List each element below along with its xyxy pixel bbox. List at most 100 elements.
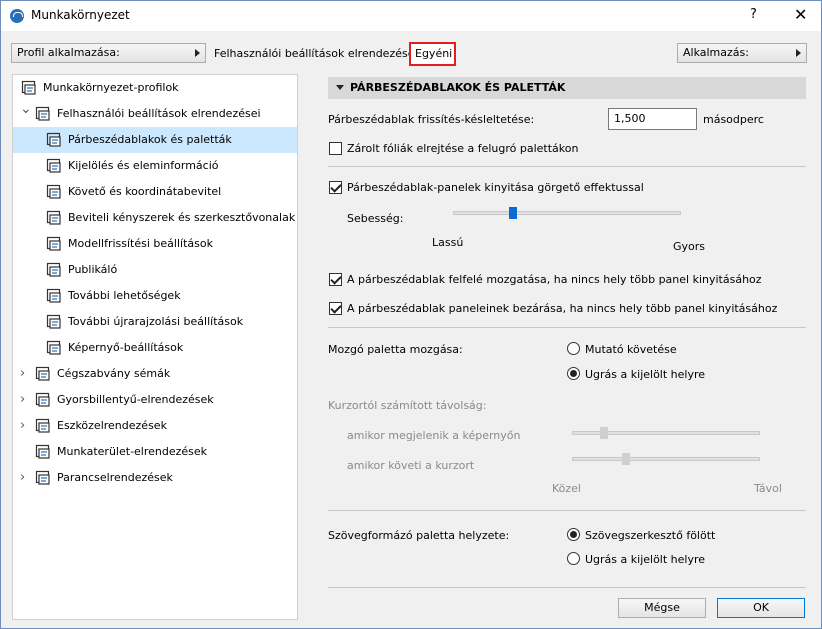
tree-item-label: Felhasználói beállítások elrendezései [57,107,261,120]
divider [328,166,806,167]
tree-item[interactable]: Párbeszédablakok és paletták [13,127,297,153]
user-settings-icon [35,106,52,122]
cursor-distance-label: Kurzortól számított távolság: [328,399,487,412]
more-options-icon [46,288,63,304]
screen-icon [46,340,63,356]
text-palette-label: Szövegformázó paletta helyzete: [328,529,510,542]
tree-item-label: További újrarajzolási beállítások [68,315,244,328]
close-panels-label: A párbeszédablak paneleinek bezárása, ha… [347,302,778,315]
jump-to-location-radio[interactable] [567,367,580,380]
speed-max-label: Gyors [673,240,706,253]
tree-item[interactable]: › Cégszabvány sémák [13,361,297,387]
text-jump-to-location-radio[interactable] [567,552,580,565]
tree-item-label: Képernyő-beállítások [68,341,184,354]
appear-distance-label: amikor megjelenik a képernyőn [347,429,521,442]
ok-button[interactable]: OK [717,598,805,618]
tree-item-label: Parancselrendezések [57,471,173,484]
apply-button[interactable]: Alkalmazás: [677,43,807,63]
refresh-delay-label: Párbeszédablak frissítés-késleltetése: [328,113,535,126]
tree-item-label: Modellfrissítési beállítások [68,237,213,250]
follow-distance-thumb[interactable] [622,453,630,465]
commands-icon [35,470,52,486]
settings-tree: Munkakörnyezet-profilok ⌄ Felhasználói beá… [12,74,298,620]
tree-item[interactable]: › Parancselrendezések [13,465,297,491]
tree-item[interactable]: › Gyorsbillentyű-elrendezések [13,387,297,413]
hide-locked-checkbox[interactable] [329,142,342,155]
close-panels-checkbox[interactable] [329,302,342,315]
section-header[interactable]: PÁRBESZÉDABLAKOK ÉS PALETTÁK [328,77,806,99]
chevron-right-icon [195,49,200,57]
cursor-constraint-icon [46,210,63,226]
chevron-right-icon[interactable]: › [20,361,25,387]
tree-item[interactable]: Publikáló [13,257,297,283]
tree-item[interactable]: Kijelölés és eleminformáció [13,153,297,179]
company-schemes-icon [35,366,52,382]
tree-item-label: Kijelölés és eleminformáció [68,159,219,172]
tree-item[interactable]: ⌄ Felhasználói beállítások elrendezései [13,101,297,127]
jump-to-location-label: Ugrás a kijelölt helyre [585,368,706,381]
tree-item[interactable]: További újrarajzolási beállítások [13,309,297,335]
collapse-triangle-icon [336,85,344,90]
apply-profile-button[interactable]: Profil alkalmazása: [11,43,206,63]
model-refresh-icon [46,236,63,252]
current-scheme-value: Egyéni [409,42,456,66]
help-button[interactable]: ? [750,7,757,22]
shortcut-icon [35,392,52,408]
tree-item-label: További lehetőségek [68,289,181,302]
close-button[interactable]: ✕ [794,5,807,24]
tree-item-label: Követő és koordinátabevitel [68,185,222,198]
section-title: PÁRBESZÉDABLAKOK ÉS PALETTÁK [350,81,566,94]
speed-slider[interactable] [453,207,681,219]
chevron-right-icon[interactable]: › [20,413,25,439]
distance-max-label: Távol [754,482,782,495]
tree-item-label: Eszközelrendezések [57,419,167,432]
chevron-down-icon[interactable]: ⌄ [20,96,32,122]
text-jump-to-location-label: Ugrás a kijelölt helyre [585,553,706,566]
chevron-right-icon[interactable]: › [20,387,25,413]
above-text-editor-radio[interactable] [567,528,580,541]
xyz-icon [46,184,63,200]
layout-label: Felhasználói beállítások elrendezései : [214,47,425,60]
chevron-right-icon[interactable]: › [20,465,25,491]
distance-min-label: Közel [552,482,581,495]
cancel-button[interactable]: Mégse [618,598,706,618]
chevron-right-icon [796,49,801,57]
tree-item[interactable]: Munkakörnyezet-profilok [13,75,297,101]
tree-item[interactable]: › Eszközelrendezések [13,413,297,439]
tree-item-label: Munkakörnyezet-profilok [43,81,179,94]
apply-label: Alkalmazás: [683,46,749,59]
window-title: Munkakörnyezet [31,8,130,22]
speed-slider-thumb[interactable] [509,207,517,219]
tree-item[interactable]: Munkaterület-elrendezések [13,439,297,465]
hide-locked-label: Zárolt fóliák elrejtése a felugró palett… [347,142,579,155]
divider [328,327,806,328]
workspace-dialog: Munkakörnyezet ? ✕ Profil alkalmazása: F… [0,0,822,629]
tree-item-label: Publikáló [68,263,118,276]
workspace-icon [35,444,52,460]
tree-item[interactable]: Követő és koordinátabevitel [13,179,297,205]
speed-min-label: Lassú [432,236,464,249]
scroll-effect-label: Párbeszédablak-panelek kinyitása görgető… [347,181,644,194]
refresh-delay-input[interactable]: 1,500 [608,108,697,130]
apply-profile-label: Profil alkalmazása: [17,46,120,59]
selection-info-icon [46,158,63,174]
scroll-effect-checkbox[interactable] [329,181,342,194]
tree-item[interactable]: További lehetőségek [13,283,297,309]
tree-item[interactable]: Képernyő-beállítások [13,335,297,361]
move-up-checkbox[interactable] [329,273,342,286]
archicad-app-icon [10,9,24,23]
refresh-unit: másodperc [703,113,764,126]
tree-item[interactable]: Beviteli kényszerek és szerkesztővonalak [13,205,297,231]
appear-distance-thumb[interactable] [600,427,608,439]
tools-icon [35,418,52,434]
dialogs-palettes-icon [46,132,63,148]
tree-item-label: Gyorsbillentyű-elrendezések [57,393,214,406]
follow-distance-slider[interactable] [572,453,760,465]
tree-item[interactable]: Modellfrissítési beállítások [13,231,297,257]
publisher-icon [46,262,63,278]
follow-pointer-radio[interactable] [567,342,580,355]
divider [328,510,806,511]
redraw-icon [46,314,63,330]
title-bar: Munkakörnyezet ? ✕ [1,1,821,31]
appear-distance-slider[interactable] [572,427,760,439]
